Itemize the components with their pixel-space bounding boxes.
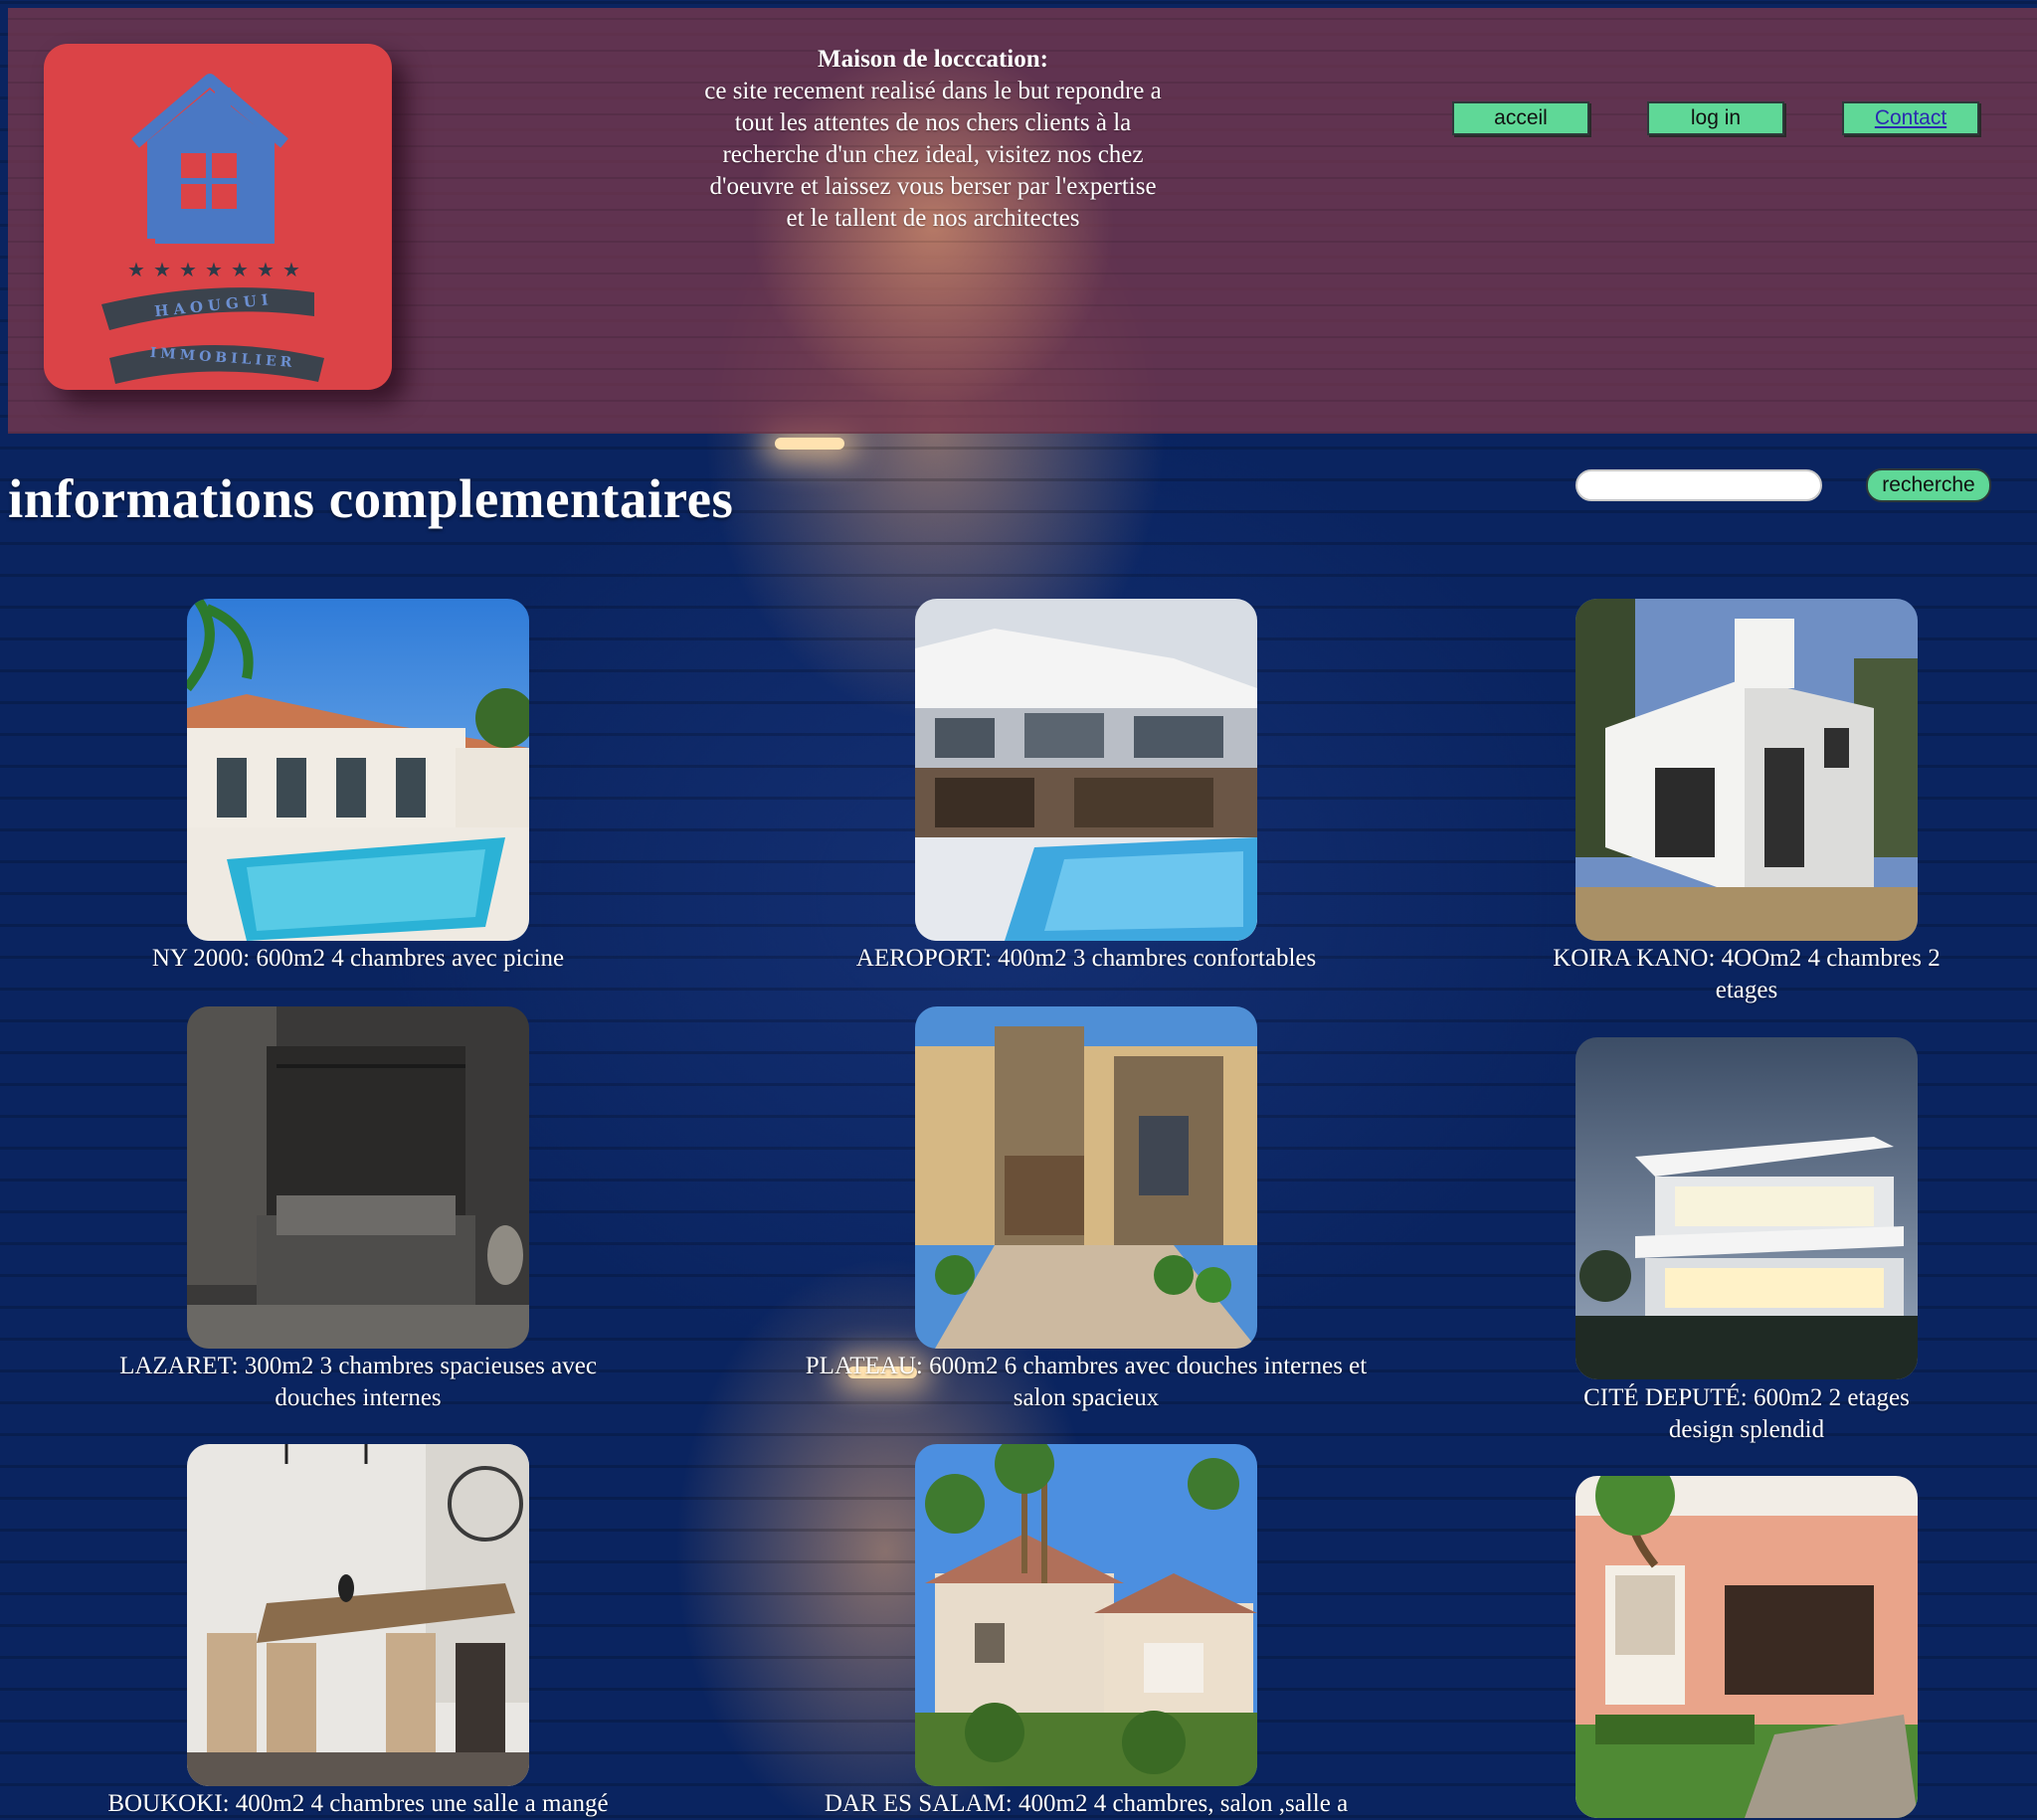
property-photo-villa-pool[interactable] <box>187 599 529 941</box>
property-caption: DAR ES SALAM: 400m2 4 chambres, salon ,s… <box>738 1788 1434 1820</box>
nav-contact-link[interactable]: Contact <box>1842 101 1979 135</box>
property-photo-palm-houses[interactable] <box>915 1444 1257 1786</box>
intro-line: ce site recement realisé dans le but rep… <box>704 78 1162 104</box>
intro-title: Maison de locccation: <box>818 46 1048 73</box>
property-caption: PLATEAU: 600m2 6 chambres avec douches i… <box>738 1351 1434 1414</box>
intro-line: et le tallent de nos architectes <box>786 205 1080 232</box>
svg-text:★: ★ <box>205 258 223 281</box>
search-button[interactable]: recherche <box>1866 468 1991 502</box>
caption-line: CITÉ DEPUTÉ: 600m2 2 etages <box>1583 1384 1910 1411</box>
property-caption: CITÉ DEPUTÉ: 600m2 2 etages design splen… <box>1448 1382 2037 1446</box>
property-photo-bedroom[interactable] <box>187 1006 529 1349</box>
intro-text: Maison de locccation: ce site recement r… <box>645 44 1221 235</box>
property-photo-modern-villa[interactable] <box>1575 1037 1918 1379</box>
caption-line: salon spacieux <box>1013 1384 1160 1411</box>
svg-text:★: ★ <box>231 258 249 281</box>
caption-line: AEROPORT: 400m2 3 chambres confortables <box>855 945 1317 972</box>
svg-text:★: ★ <box>282 258 300 281</box>
caption-line: PLATEAU: 600m2 6 chambres avec douches i… <box>805 1353 1368 1379</box>
page-title: informations complementaires <box>8 468 734 529</box>
search-input[interactable] <box>1575 469 1822 501</box>
property-caption: BOUKOKI: 400m2 4 chambres une salle a ma… <box>10 1788 706 1820</box>
nav-home-button[interactable]: acceil <box>1452 101 1589 135</box>
caption-line: NY 2000: 600m2 4 chambres avec picine <box>151 945 565 972</box>
svg-text:★: ★ <box>257 258 275 281</box>
caption-line: design splendid <box>1668 1416 1825 1443</box>
caption-line: LAZARET: 300m2 3 chambres spacieuses ave… <box>119 1353 597 1379</box>
property-caption: KOIRA KANO: 4OOm2 4 chambres 2 etages <box>1448 943 2037 1006</box>
property-caption: NY 2000: 600m2 4 chambres avec picine <box>60 943 656 975</box>
nav-login-button[interactable]: log in <box>1647 101 1784 135</box>
property-photo-pink-house[interactable] <box>1575 1476 1918 1818</box>
intro-line: d'oeuvre et laissez vous berser par l'ex… <box>709 173 1157 200</box>
caption-line: KOIRA KANO: 4OOm2 4 chambres 2 <box>1553 945 1941 972</box>
svg-text:★: ★ <box>127 258 145 281</box>
caption-line: douches internes <box>275 1384 442 1411</box>
caption-line: DAR ES SALAM: 400m2 4 chambres, salon ,s… <box>824 1790 1349 1817</box>
svg-text:★: ★ <box>179 258 197 281</box>
property-caption: LAZARET: 300m2 3 chambres spacieuses ave… <box>60 1351 656 1414</box>
intro-line: recherche d'un chez ideal, visitez nos c… <box>722 141 1144 168</box>
property-photo-white-house[interactable] <box>1575 599 1918 941</box>
property-caption: AEROPORT: 400m2 3 chambres confortables <box>788 943 1385 975</box>
caption-line: etages <box>1715 977 1778 1003</box>
property-photo-dining-room[interactable] <box>187 1444 529 1786</box>
intro-line: tout les attentes de nos chers clients à… <box>734 109 1132 136</box>
logo[interactable]: ★ ★ ★ ★ ★ ★ ★ HAOUGUI IMMOBILIER <box>44 44 392 390</box>
property-photo-stone-house[interactable] <box>915 1006 1257 1349</box>
svg-text:★: ★ <box>153 258 171 281</box>
site-header: ★ ★ ★ ★ ★ ★ ★ HAOUGUI IMMOBILIER Maison … <box>8 8 2037 434</box>
wall-lamp <box>775 438 844 450</box>
house-logo-icon: ★ ★ ★ ★ ★ ★ ★ <box>101 74 324 384</box>
property-photo-modern-pool[interactable] <box>915 599 1257 941</box>
caption-line: BOUKOKI: 400m2 4 chambres une salle a ma… <box>107 1790 609 1817</box>
